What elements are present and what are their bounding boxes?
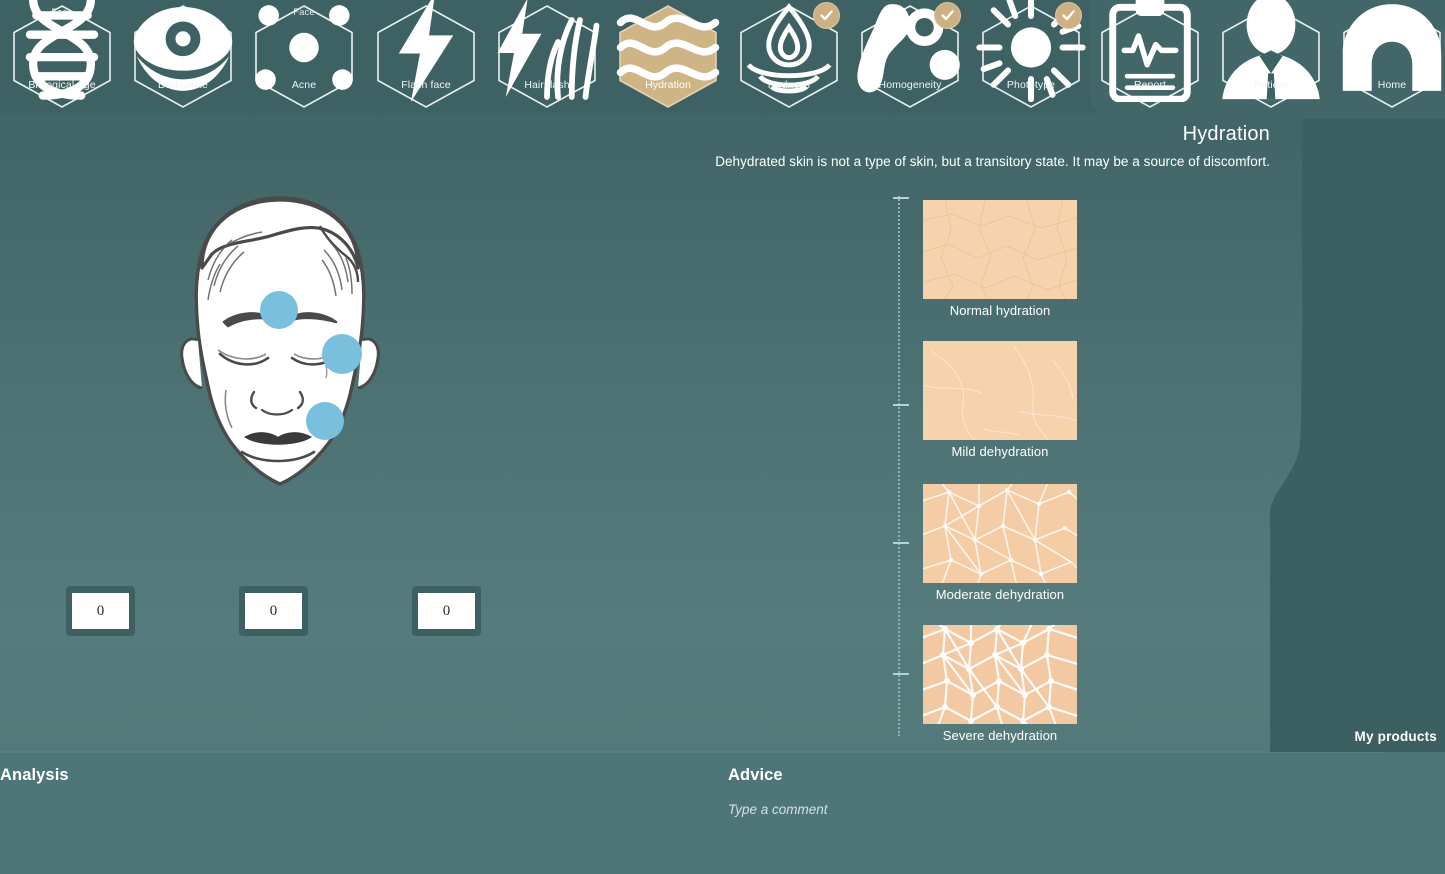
hydration-value-cheek-input[interactable] (418, 593, 475, 629)
eye-icon (128, 6, 238, 91)
nav-item-phototype[interactable]: Phototype (976, 0, 1086, 111)
nav-item-home[interactable]: Home (1337, 2, 1445, 111)
forehead-zone-dot[interactable] (260, 291, 298, 329)
nav-item-flash-face[interactable]: Flash face (371, 0, 481, 111)
patient-icon (1216, 0, 1326, 99)
nav-item-homogeneity[interactable]: Homogeneity (855, 2, 965, 111)
swatch-severe-dehydration[interactable]: Severe dehydration (923, 625, 1077, 743)
nav-item-label: DarkCircle (157, 79, 208, 91)
analysis-input[interactable] (0, 797, 690, 821)
nav-item-darkcircle[interactable]: Face DarkCircle (128, 2, 238, 111)
nav-item-redness[interactable]: Redness (734, 2, 844, 111)
my-products-label[interactable]: My products (1355, 729, 1437, 744)
nav-item-label: Hydration (645, 79, 691, 91)
my-products-panel[interactable]: My products (1270, 113, 1445, 752)
hydration-value-cheek[interactable] (412, 586, 481, 636)
clipboard-icon (1095, 0, 1205, 102)
sun-icon (976, 0, 1086, 102)
nav-item-hair-flash[interactable]: Hair flash (492, 0, 602, 111)
hydration-value-temple-input[interactable] (245, 593, 302, 629)
hydration-value-forehead-input[interactable] (72, 593, 129, 629)
nav-item-label: Biological Age (28, 79, 96, 91)
swatch-moderate-dehydration[interactable]: Moderate dehydration (923, 484, 1077, 602)
nav-item-label: Hair flash (524, 79, 570, 91)
hydration-scale-axis (893, 196, 909, 736)
nav-item-label: Report (1133, 79, 1167, 91)
redness-icon (734, 2, 844, 93)
nav-item-biological-age[interactable]: Face Biological Age (7, 0, 117, 111)
advice-input[interactable] (728, 797, 1228, 821)
nav-item-label: Flash face (401, 79, 451, 91)
nav-item-acne[interactable]: Face Acne (249, 2, 359, 111)
nav-item-label: Phototype (1006, 79, 1056, 91)
check-badge-icon (813, 2, 840, 29)
hair-flash-icon (492, 0, 602, 100)
page-title: Hydration (1182, 123, 1270, 145)
swatch-mild-dehydration[interactable]: Mild dehydration (923, 341, 1077, 459)
hydration-value-forehead[interactable] (66, 586, 135, 636)
nav-item-hydration[interactable]: Hydration (613, 2, 723, 111)
nav-item-label: Homogeneity (878, 79, 942, 91)
waves-icon (613, 13, 723, 81)
app-root: My products Hydration Dehydrated skin is… (0, 0, 1445, 874)
nav-item-label: Home (1377, 79, 1407, 91)
bolt-icon (371, 0, 481, 102)
nav-item-patient[interactable]: Patient (1216, 0, 1326, 111)
dna-icon (7, 0, 117, 100)
face-diagram[interactable] (150, 190, 410, 510)
swatch-caption: Mild dehydration (951, 444, 1049, 459)
nav-item-label: Patient (1254, 79, 1288, 91)
scale-tick (893, 197, 909, 199)
acne-dots-icon (249, 4, 359, 90)
swatch-caption: Moderate dehydration (935, 587, 1065, 602)
page-subtitle: Dehydrated skin is not a type of skin, b… (715, 154, 1270, 169)
scale-tick (893, 542, 909, 544)
homogeneity-icon (855, 3, 965, 92)
scale-tick (893, 404, 909, 406)
swatch-normal-hydration[interactable]: Normal hydration (923, 200, 1077, 318)
advice-title: Advice (728, 766, 783, 784)
bottom-bar: Analysis Advice (0, 753, 1445, 874)
swatch-caption: Severe dehydration (942, 728, 1058, 743)
analysis-title: Analysis (0, 766, 69, 784)
home-icon (1337, 3, 1445, 91)
scale-tick (893, 673, 909, 675)
swatch-caption: Normal hydration (949, 303, 1051, 318)
hydration-value-temple[interactable] (239, 586, 308, 636)
nav-item-label: Redness (767, 79, 811, 91)
check-badge-icon (934, 2, 961, 29)
nav-item-label: Acne (291, 79, 317, 91)
check-badge-icon (1055, 2, 1082, 29)
temple-zone-dot[interactable] (322, 334, 362, 374)
cheek-zone-dot[interactable] (306, 402, 344, 440)
nav-item-report[interactable]: Report (1095, 0, 1205, 111)
